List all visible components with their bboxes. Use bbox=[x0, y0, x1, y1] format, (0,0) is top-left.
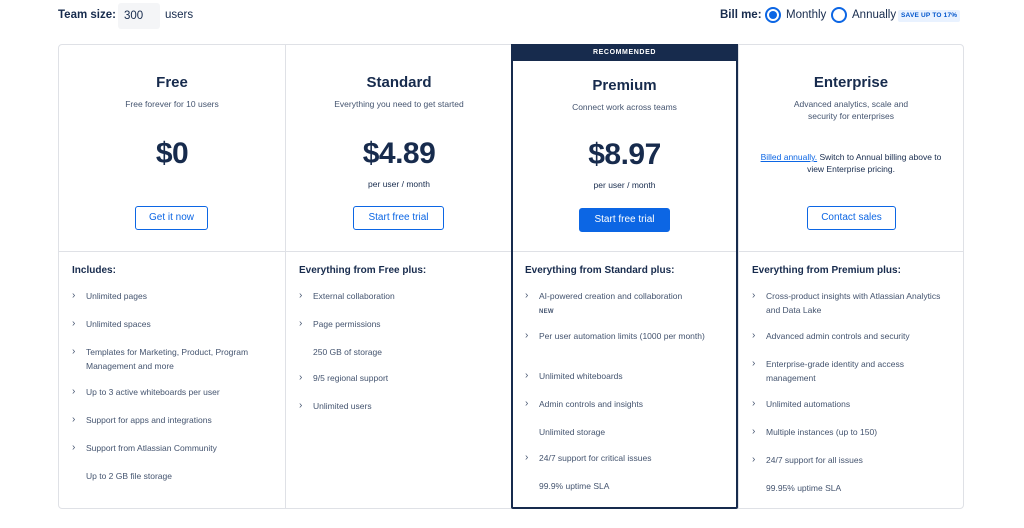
team-size-label: Team size: bbox=[58, 9, 116, 21]
feature-item[interactable]: › 24/7 support for all issues bbox=[752, 453, 953, 467]
chevron-right-icon: › bbox=[752, 290, 756, 301]
team-size-input[interactable] bbox=[118, 3, 160, 29]
billed-annually-link[interactable]: Billed annually. bbox=[761, 152, 818, 162]
plan-header: Standard Everything you need to get star… bbox=[286, 45, 512, 252]
feature-item[interactable]: › Templates for Marketing, Product, Progr… bbox=[72, 345, 275, 373]
plan-name: Enterprise bbox=[813, 74, 889, 91]
feature-item[interactable]: › Unlimited pages bbox=[72, 289, 275, 303]
price-period: per user / month bbox=[593, 180, 656, 190]
feature-item[interactable]: › Support for apps and integrations bbox=[72, 413, 275, 427]
plan-header: Enterprise Advanced analytics, scale and… bbox=[739, 45, 963, 252]
annually-radio[interactable] bbox=[831, 7, 847, 23]
top-bar: Team size: users Bill me: Monthly Annual… bbox=[0, 0, 1024, 34]
chevron-right-icon: › bbox=[72, 318, 76, 329]
save-badge: SAVE UP TO 17% bbox=[898, 10, 961, 22]
feature-item[interactable]: › Unlimited spaces bbox=[72, 317, 275, 331]
chevron-right-icon: › bbox=[72, 290, 76, 301]
feature-item: 99.9% uptime SLA bbox=[539, 481, 610, 491]
chevron-right-icon: › bbox=[72, 346, 76, 357]
chevron-right-icon: › bbox=[299, 400, 303, 411]
includes-title: Everything from Free plus: bbox=[299, 265, 427, 276]
chevron-right-icon: › bbox=[752, 330, 756, 341]
plan-header: Free Free forever for 10 users $0 Get it… bbox=[59, 45, 285, 252]
feature-item[interactable]: › 24/7 support for critical issues bbox=[525, 451, 726, 465]
plan-header: Premium Connect work across teams $8.97 … bbox=[513, 46, 736, 252]
feature-item[interactable]: › Page permissions bbox=[299, 317, 502, 331]
team-size-unit: users bbox=[165, 9, 194, 21]
plan-standard: Standard Everything you need to get star… bbox=[285, 45, 512, 508]
plan-price: $0 bbox=[155, 137, 189, 170]
feature-item[interactable]: › Up to 3 active whiteboards per user bbox=[72, 385, 275, 399]
plan-tagline: Advanced analytics, scale and security f… bbox=[793, 99, 909, 121]
feature-item[interactable]: › Cross-product insights with Atlassian A… bbox=[752, 289, 953, 317]
annually-label[interactable]: Annually bbox=[852, 9, 896, 21]
feature-item: Unlimited storage bbox=[539, 427, 606, 437]
new-badge: NEW bbox=[539, 309, 554, 315]
start-free-trial-button[interactable]: Start free trial bbox=[353, 206, 444, 230]
plan-name: Premium bbox=[592, 77, 657, 94]
feature-item[interactable]: › Enterprise-grade identity and access ma… bbox=[752, 357, 953, 385]
chevron-right-icon: › bbox=[752, 426, 756, 437]
plan-premium: RECOMMENDED Premium Connect work across … bbox=[511, 44, 738, 509]
includes-title: Everything from Premium plus: bbox=[752, 265, 901, 276]
feature-item[interactable]: › Per user automation limits (1000 per mo… bbox=[525, 329, 726, 343]
plan-enterprise: Enterprise Advanced analytics, scale and… bbox=[738, 45, 963, 508]
chevron-right-icon: › bbox=[525, 452, 529, 463]
chevron-right-icon: › bbox=[72, 442, 76, 453]
feature-item: 250 GB of storage bbox=[313, 347, 382, 357]
feature-item: 99.95% uptime SLA bbox=[766, 483, 842, 493]
chevron-right-icon: › bbox=[72, 386, 76, 397]
monthly-radio[interactable] bbox=[765, 7, 781, 23]
plan-name: Standard bbox=[366, 74, 432, 91]
feature-item[interactable]: › Advanced admin controls and security bbox=[752, 329, 953, 343]
plan-name: Free bbox=[156, 74, 188, 91]
monthly-label[interactable]: Monthly bbox=[786, 9, 826, 21]
chevron-right-icon: › bbox=[299, 372, 303, 383]
chevron-right-icon: › bbox=[525, 330, 529, 341]
pricing-table: Free Free forever for 10 users $0 Get it… bbox=[58, 44, 964, 509]
feature-item[interactable]: › External collaboration bbox=[299, 289, 502, 303]
get-it-now-button[interactable]: Get it now bbox=[135, 206, 208, 230]
plan-free: Free Free forever for 10 users $0 Get it… bbox=[59, 45, 285, 508]
chevron-right-icon: › bbox=[72, 414, 76, 425]
chevron-right-icon: › bbox=[299, 318, 303, 329]
plan-tagline: Connect work across teams bbox=[572, 102, 677, 112]
chevron-right-icon: › bbox=[525, 398, 529, 409]
plan-price: $8.97 bbox=[588, 138, 661, 171]
chevron-right-icon: › bbox=[752, 358, 756, 369]
plan-price: $4.89 bbox=[362, 137, 436, 170]
feature-item[interactable]: › 9/5 regional support bbox=[299, 371, 502, 385]
price-period: per user / month bbox=[368, 179, 430, 189]
includes-title: Everything from Standard plus: bbox=[525, 265, 675, 276]
includes-title: Includes: bbox=[72, 265, 116, 276]
plan-tagline: Everything you need to get started bbox=[334, 99, 464, 109]
feature-item[interactable]: › Unlimited automations bbox=[752, 397, 953, 411]
contact-sales-button[interactable]: Contact sales bbox=[807, 206, 896, 230]
plan-tagline: Free forever for 10 users bbox=[125, 99, 219, 109]
feature-item[interactable]: › Unlimited whiteboards bbox=[525, 369, 726, 383]
feature-item[interactable]: › Multiple instances (up to 150) bbox=[752, 425, 953, 439]
feature-item[interactable]: › Unlimited users bbox=[299, 399, 502, 413]
start-free-trial-button[interactable]: Start free trial bbox=[579, 208, 670, 232]
chevron-right-icon: › bbox=[525, 370, 529, 381]
bill-me-label: Bill me: bbox=[720, 9, 762, 21]
feature-item: Up to 2 GB file storage bbox=[86, 471, 172, 481]
chevron-right-icon: › bbox=[525, 290, 529, 301]
enterprise-billing-note: Billed annually. Switch to Annual billin… bbox=[760, 152, 942, 174]
chevron-right-icon: › bbox=[299, 290, 303, 301]
chevron-right-icon: › bbox=[752, 398, 756, 409]
feature-item[interactable]: › AI-powered creation and collaboration NE… bbox=[525, 289, 726, 319]
feature-item[interactable]: › Admin controls and insights bbox=[525, 397, 726, 411]
chevron-right-icon: › bbox=[752, 454, 756, 465]
feature-item[interactable]: › Support from Atlassian Community bbox=[72, 441, 275, 455]
